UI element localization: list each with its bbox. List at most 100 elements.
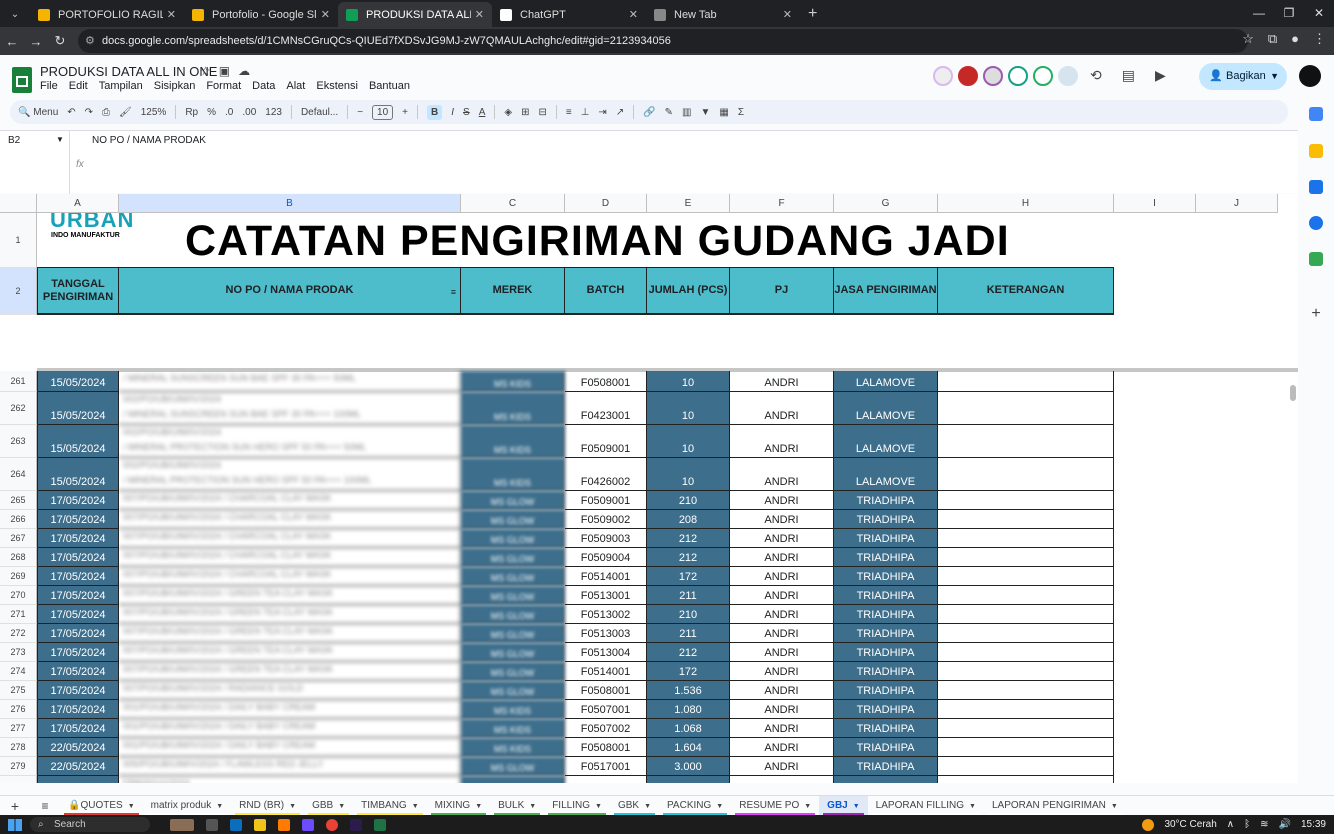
row-header[interactable]: 273	[0, 643, 37, 662]
cell-po[interactable]: 001/PO/UB/UIM/IV/2024 / DAILY BABY CREAM	[119, 700, 461, 719]
header-jumlah[interactable]: JUMLAH (PCS)	[647, 268, 730, 315]
add-addon-icon[interactable]: +	[1309, 306, 1323, 322]
row-header[interactable]: 274	[0, 662, 37, 681]
meet-icon[interactable]: ▶	[1155, 67, 1166, 84]
cell-jumlah[interactable]: 10	[647, 425, 730, 458]
new-tab-button[interactable]: +	[808, 5, 817, 23]
row-header[interactable]: 280	[0, 776, 37, 783]
cell-jasa[interactable]: TRIADHIPA	[834, 776, 938, 783]
sheet-tab[interactable]: RND (BR) ▼	[231, 796, 304, 816]
functions-icon[interactable]: Σ	[738, 107, 744, 118]
browser-tab[interactable]: PORTOFOLIO RAGIL SAPTA - Go ✕	[30, 2, 184, 27]
bookmark-star-icon[interactable]: ☆	[1242, 31, 1254, 47]
cell-jasa[interactable]: TRIADHIPA	[834, 491, 938, 510]
cell-jumlah[interactable]: 211	[647, 624, 730, 643]
chevron-down-icon[interactable]: ▼	[529, 803, 536, 810]
row-header[interactable]: 267	[0, 529, 37, 548]
row-header[interactable]: 1	[0, 213, 37, 268]
redo-icon[interactable]: ↷	[85, 107, 93, 118]
cell-jumlah[interactable]: 3.000	[647, 757, 730, 776]
cell-merek[interactable]: MS GLOW	[461, 605, 565, 624]
cell-batch[interactable]: F0507001	[565, 700, 647, 719]
cell-jasa[interactable]: TRIADHIPA	[834, 643, 938, 662]
cell-batch[interactable]: F0513004	[565, 643, 647, 662]
filter-icon[interactable]: ▼	[701, 107, 711, 118]
merge-cells-icon[interactable]: ⊟	[538, 107, 546, 118]
cell-pj[interactable]: ANDRI	[730, 719, 834, 738]
maps-icon[interactable]	[1309, 252, 1323, 266]
cell-pj[interactable]: ANDRI	[730, 643, 834, 662]
text-rotation-icon[interactable]: ↗	[616, 107, 624, 118]
row-header[interactable]: 270	[0, 586, 37, 605]
cell-date[interactable]: 15/05/2024	[37, 371, 119, 392]
row-header[interactable]: 2	[0, 268, 37, 315]
browser-tab[interactable]: PRODUKSI DATA ALL IN ONE - ✕	[338, 2, 492, 27]
windows-start-icon[interactable]	[8, 818, 22, 831]
menu-item[interactable]: File	[40, 80, 58, 92]
menu-item[interactable]: Alat	[286, 80, 305, 92]
url-input[interactable]: ⚙ docs.google.com/spreadsheets/d/1CMNsCGr…	[78, 29, 1248, 53]
sheet-tab[interactable]: BULK ▼	[490, 796, 544, 816]
star-icon[interactable]: ☆	[200, 64, 219, 78]
chrome-icon[interactable]	[326, 818, 338, 831]
cell-batch[interactable]: F0423001	[565, 392, 647, 425]
cell-keterangan[interactable]	[938, 643, 1114, 662]
sheet-tab[interactable]: MIXING ▼	[427, 796, 491, 816]
column-header-d[interactable]: D	[565, 194, 647, 213]
number-format-button[interactable]: 123	[265, 107, 282, 118]
cell-pj[interactable]: ANDRI	[730, 392, 834, 425]
wifi-icon[interactable]: ≋	[1260, 819, 1268, 830]
undo-icon[interactable]: ↶	[67, 107, 75, 118]
cell-keterangan[interactable]	[938, 662, 1114, 681]
cell-jasa[interactable]: TRIADHIPA	[834, 510, 938, 529]
cell-jasa[interactable]: TRIADHIPA	[834, 567, 938, 586]
cell-merek[interactable]: MS GLOW	[461, 548, 565, 567]
cell-batch[interactable]: F0517001	[565, 757, 647, 776]
cell-pj[interactable]: ANDRI	[730, 662, 834, 681]
cell-pj[interactable]: ANDRI	[730, 458, 834, 491]
cell-keterangan[interactable]	[938, 458, 1114, 491]
cell-merek[interactable]: MS GLOW	[461, 643, 565, 662]
widget-icon[interactable]	[170, 818, 194, 831]
cell-keterangan[interactable]	[938, 757, 1114, 776]
sheet-tab[interactable]: TIMBANG ▼	[353, 796, 427, 816]
cell-date[interactable]: 15/05/2024	[37, 458, 119, 491]
font-size-minus-button[interactable]: −	[357, 107, 363, 118]
cell-merek[interactable]: MS GLOW	[461, 757, 565, 776]
cell-batch[interactable]: F0508001	[565, 681, 647, 700]
chevron-down-icon[interactable]: ▼	[644, 803, 651, 810]
cell-jumlah[interactable]: 172	[647, 567, 730, 586]
cell-pj[interactable]: ANDRI	[730, 700, 834, 719]
cell-po[interactable]: 005/PO/UB/UIM/V/2024 / FLAWLESS RED JELL…	[119, 757, 461, 776]
column-header-j[interactable]: J	[1196, 194, 1278, 213]
cell-merek[interactable]: MS KIDS	[461, 458, 565, 491]
formula-input[interactable]: NO PO / NAMA PRODAK	[92, 135, 206, 146]
column-header-a[interactable]: A	[37, 194, 119, 213]
cell-merek[interactable]: FOR REAL BEAUTY	[461, 776, 565, 783]
sheet-tab[interactable]: LAPORAN PENGIRIMAN ▼	[984, 796, 1126, 816]
avatar[interactable]	[1058, 66, 1078, 86]
cell-po[interactable]: / MINERAL SUNSCREEN SUN BAE SPF 30 PA+++…	[119, 371, 461, 392]
header-tanggal[interactable]: TANGGAL PENGIRIMAN	[37, 268, 119, 315]
cell-po[interactable]: 007/PO/UB/UIM/IV/2024 / RADIANCE GOLD	[119, 681, 461, 700]
chevron-down-icon[interactable]: ▼	[289, 803, 296, 810]
cell-date[interactable]: 22/05/2024	[37, 757, 119, 776]
move-folder-icon[interactable]: ▣	[219, 64, 238, 78]
cell-merek[interactable]: MS KIDS	[461, 700, 565, 719]
italic-button[interactable]: I	[451, 107, 454, 118]
bold-button[interactable]: B	[427, 104, 443, 120]
cell-pj[interactable]: ANDRI	[730, 491, 834, 510]
cell-po[interactable]: 001/PO/UB/UIM/IV/2024 / DAILY BABY CREAM	[119, 719, 461, 738]
bluetooth-icon[interactable]: ᛒ	[1244, 819, 1250, 830]
row-header[interactable]: 263	[0, 425, 37, 458]
vertical-scrollbar[interactable]	[1290, 385, 1296, 401]
menu-item[interactable]: Bantuan	[369, 80, 410, 92]
site-info-icon[interactable]: ⚙	[85, 29, 95, 53]
cell-jumlah[interactable]: 1.080	[647, 700, 730, 719]
chevron-down-icon[interactable]: ▼	[716, 803, 723, 810]
cell-po[interactable]: 007/PO/UB/UIM/IV/2024 / GREEN TEA CLAY M…	[119, 586, 461, 605]
menu-item[interactable]: Format	[206, 80, 241, 92]
sheet-tab[interactable]: LAPORAN FILLING ▼	[868, 796, 984, 816]
cell-merek[interactable]: MS GLOW	[461, 624, 565, 643]
cell-jumlah[interactable]: 218	[647, 776, 730, 783]
